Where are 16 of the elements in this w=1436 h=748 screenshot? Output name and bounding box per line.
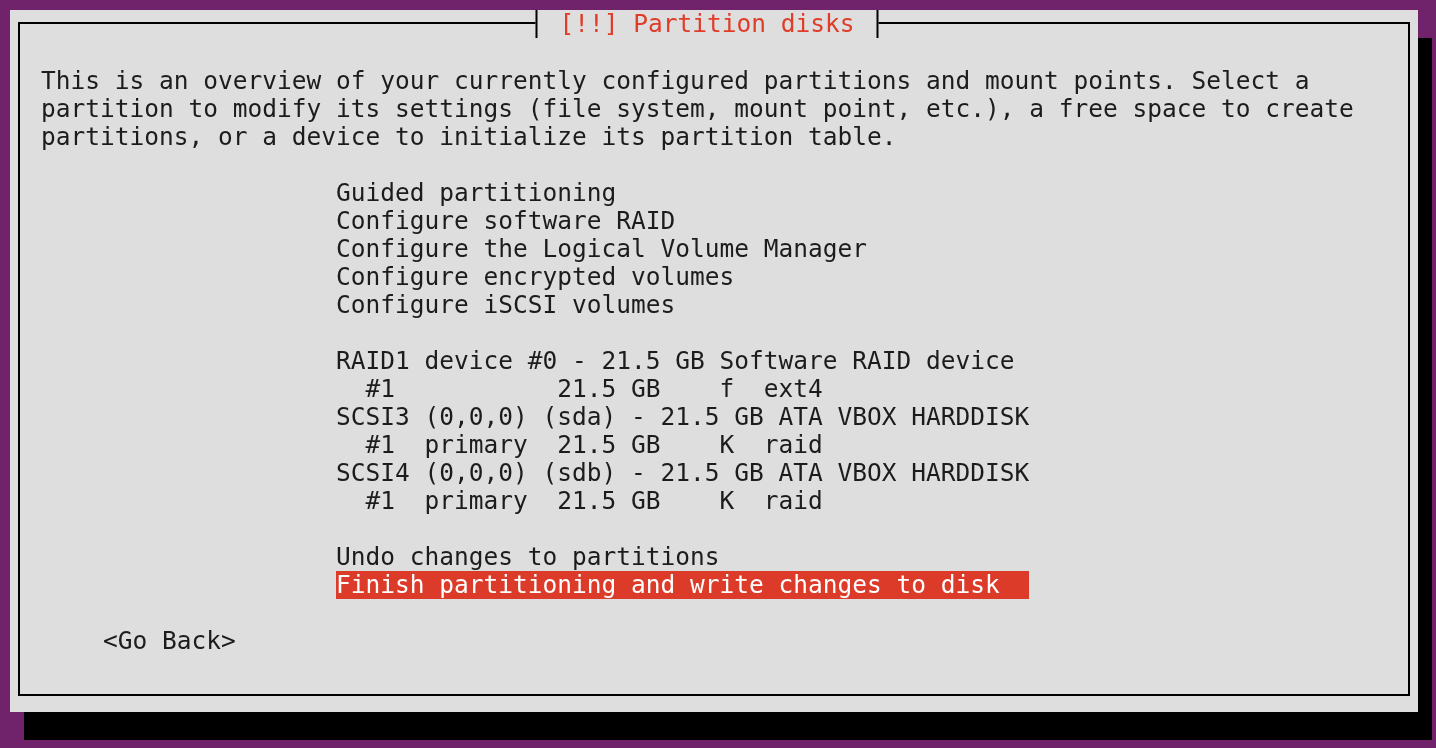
description-text: This is an overview of your currently configured partitions and mount points. Select a partition to modify its settings (file system, mount point, etc.), a free space to create partitions, or a device to initialize its partition table.: [41, 67, 1355, 151]
menu-item[interactable]: SCSI3 (0,0,0) (sda) - 21.5 GB ATA VBOX HARDDISK: [336, 403, 1030, 431]
menu-item[interactable]: Configure the Logical Volume Manager: [336, 235, 1030, 263]
menu-item[interactable]: Configure iSCSI volumes: [336, 291, 1030, 319]
menu-item[interactable]: Finish partitioning and write changes to disk: [336, 571, 1030, 599]
menu-item[interactable]: #1 primary 21.5 GB K raid: [336, 431, 1030, 459]
dialog-title: [!!] Partition disks: [535, 10, 879, 38]
menu-item[interactable]: Undo changes to partitions: [336, 543, 1030, 571]
menu-item[interactable]: Configure software RAID: [336, 207, 1030, 235]
menu-item[interactable]: #1 primary 21.5 GB K raid: [336, 487, 1030, 515]
menu-item[interactable]: Guided partitioning: [336, 179, 1030, 207]
menu-item[interactable]: RAID1 device #0 - 21.5 GB Software RAID device: [336, 347, 1030, 375]
menu-item[interactable]: SCSI4 (0,0,0) (sdb) - 21.5 GB ATA VBOX HARDDISK: [336, 459, 1030, 487]
menu-item[interactable]: Configure encrypted volumes: [336, 263, 1030, 291]
go-back-button[interactable]: <Go Back>: [103, 627, 236, 655]
menu-item[interactable]: #1 21.5 GB f ext4: [336, 375, 1030, 403]
